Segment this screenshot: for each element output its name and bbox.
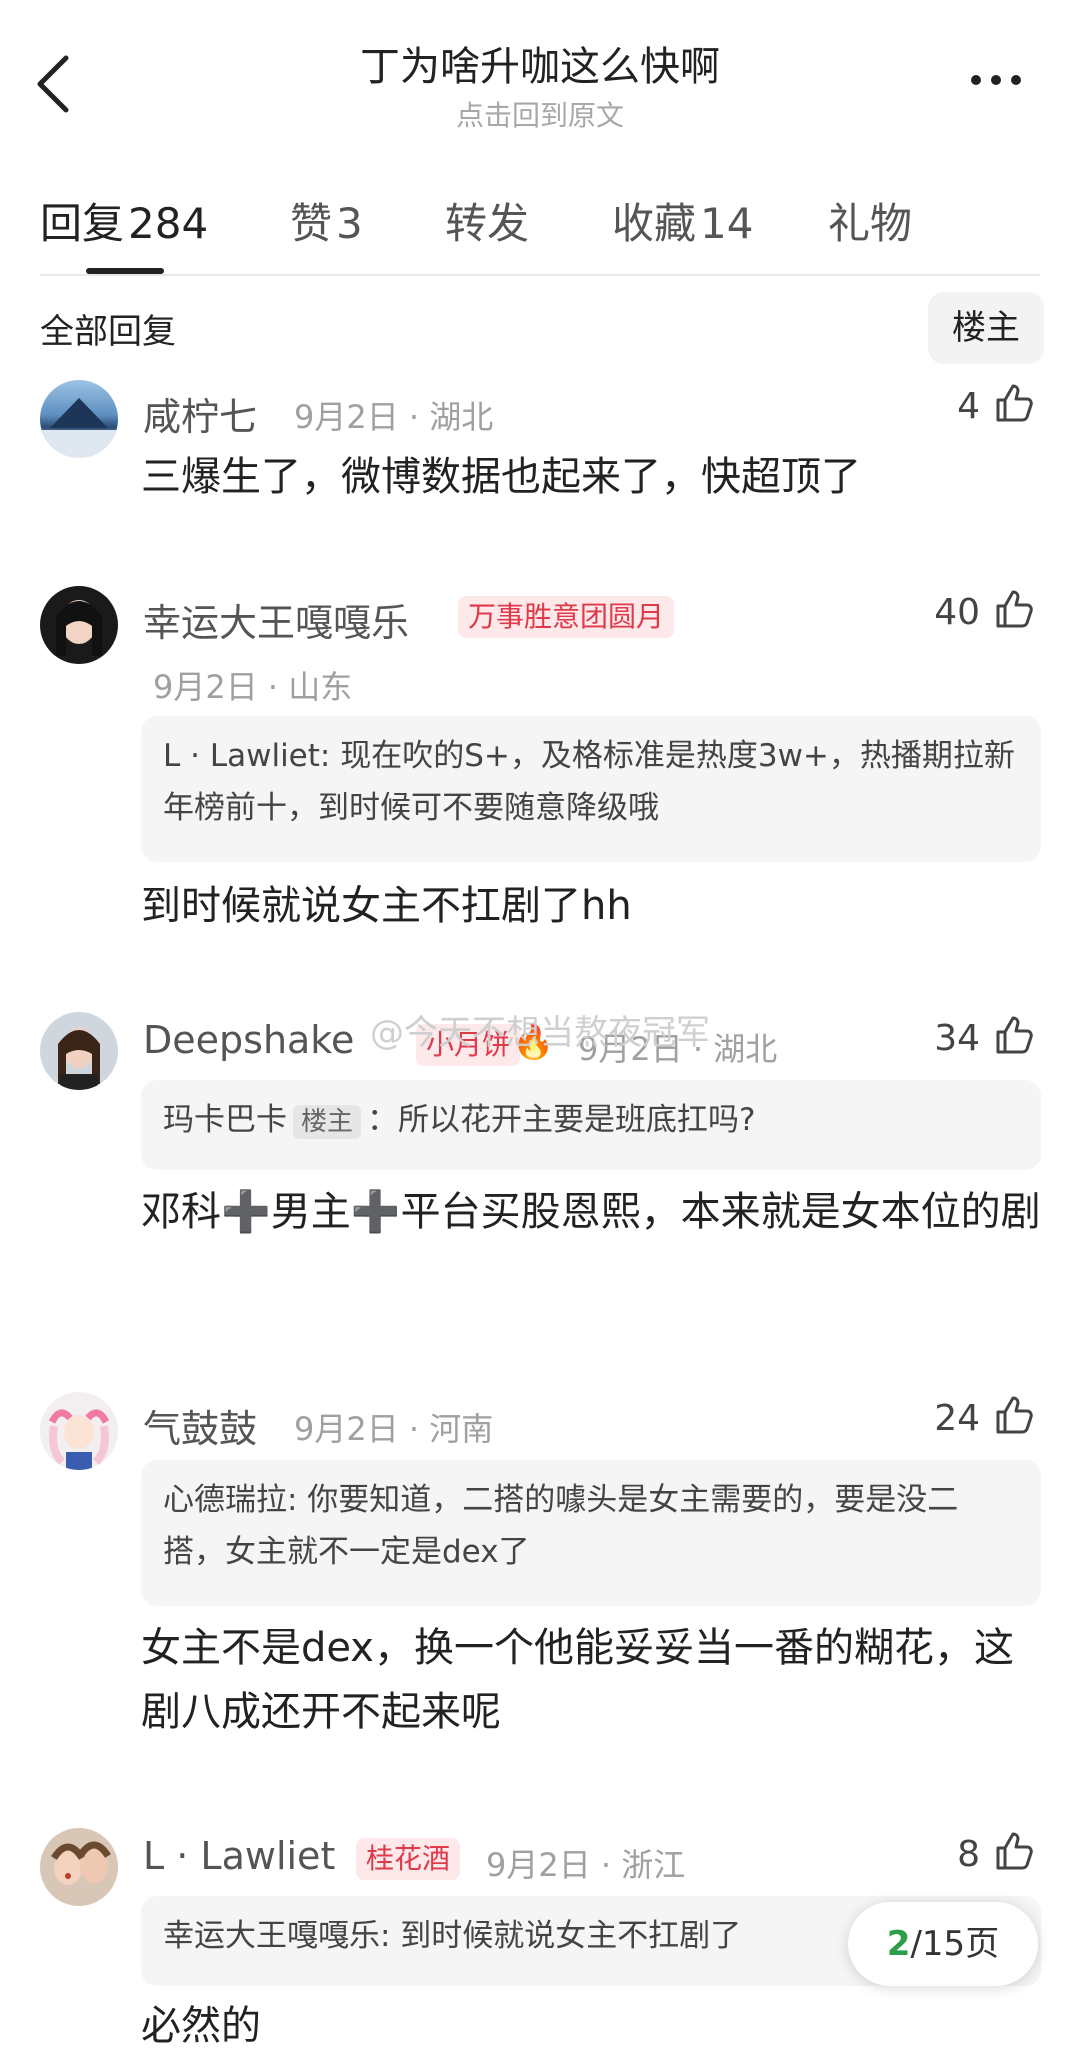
- avatar[interactable]: [40, 1012, 118, 1090]
- user-badge: 万事胜意团圆月: [458, 596, 675, 638]
- tab-likes[interactable]: 赞3: [290, 190, 363, 251]
- comment-date-location: 9月2日 · 浙江: [486, 1846, 686, 1884]
- back-to-original-link[interactable]: 点击回到原文: [0, 94, 1080, 134]
- avatar[interactable]: [40, 380, 118, 458]
- user-badge: 桂花酒: [356, 1838, 461, 1880]
- page-title[interactable]: 丁为啥升咖这么快啊: [0, 34, 1080, 92]
- tab-gifts[interactable]: 礼物: [828, 190, 916, 251]
- like-count: 4: [957, 386, 980, 427]
- owner-tag: 楼主: [293, 1105, 362, 1139]
- total-pages: /15页: [910, 1924, 1000, 1964]
- avatar[interactable]: [40, 1828, 118, 1906]
- comment-text: 必然的: [141, 2003, 261, 2049]
- comment-text: 到时候就说女主不扛剧了hh: [141, 883, 632, 929]
- more-options-icon[interactable]: [966, 60, 1026, 100]
- quoted-reply[interactable]: L · Lawliet: 现在吹的S+，及格标准是热度3w+，热播期拉新年榜前十…: [141, 716, 1041, 862]
- thumbs-up-icon[interactable]: [990, 380, 1036, 426]
- comment-text: 三爆生了，微博数据也起来了，快超顶了: [141, 454, 861, 500]
- thumbs-up-icon[interactable]: [990, 586, 1036, 632]
- quote-author: 玛卡巴卡: [163, 1102, 287, 1138]
- comment-author[interactable]: L · Lawliet: [143, 1834, 335, 1878]
- avatar[interactable]: [40, 586, 118, 664]
- tab-favorites[interactable]: 收藏14: [612, 190, 753, 251]
- comment-text: 女主不是dex，换一个他能妥妥当一番的糊花，这剧八成还开不起来呢: [141, 1625, 1014, 1735]
- owner-only-filter-button[interactable]: 楼主: [928, 292, 1044, 364]
- page-indicator[interactable]: 2/15页: [848, 1902, 1038, 1986]
- quote-text: ：所以花开主要是班底扛吗?: [367, 1102, 756, 1138]
- comment-author[interactable]: 幸运大王嘎嘎乐: [143, 592, 409, 647]
- like-count: 40: [934, 592, 980, 633]
- tab-divider: [40, 274, 1040, 276]
- like-count: 34: [934, 1018, 980, 1059]
- avatar[interactable]: [40, 1392, 118, 1470]
- all-replies-label: 全部回复: [40, 312, 176, 352]
- comment-date-location: 9月2日 · 山东: [153, 668, 353, 706]
- like-count: 8: [957, 1834, 980, 1875]
- thumbs-up-icon[interactable]: [990, 1012, 1036, 1058]
- comment-date-location: 9月2日 · 湖北: [294, 398, 494, 436]
- comment-text: 邓科➕男主➕平台买股恩熙，本来就是女本位的剧: [141, 1189, 1041, 1235]
- tab-reposts[interactable]: 转发: [445, 190, 533, 251]
- comment-author[interactable]: 气鼓鼓: [143, 1398, 257, 1453]
- comment-date-location: 9月2日 · 河南: [294, 1410, 494, 1448]
- thumbs-up-icon[interactable]: [990, 1392, 1036, 1438]
- comment-author[interactable]: Deepshake: [143, 1018, 354, 1062]
- quoted-reply[interactable]: 心德瑞拉: 你要知道，二搭的噱头是女主需要的，要是没二搭，女主就不一定是dex了: [141, 1460, 1041, 1606]
- tab-replies[interactable]: 回复284: [40, 190, 208, 251]
- comment-author[interactable]: 咸柠七: [143, 386, 257, 441]
- quoted-reply[interactable]: 玛卡巴卡 楼主 ：所以花开主要是班底扛吗?: [141, 1080, 1041, 1170]
- thumbs-up-icon[interactable]: [990, 1828, 1036, 1874]
- like-count: 24: [934, 1398, 980, 1439]
- watermark: @今天不想当熬夜冠军: [370, 1013, 710, 1053]
- current-page: 2: [886, 1924, 911, 1964]
